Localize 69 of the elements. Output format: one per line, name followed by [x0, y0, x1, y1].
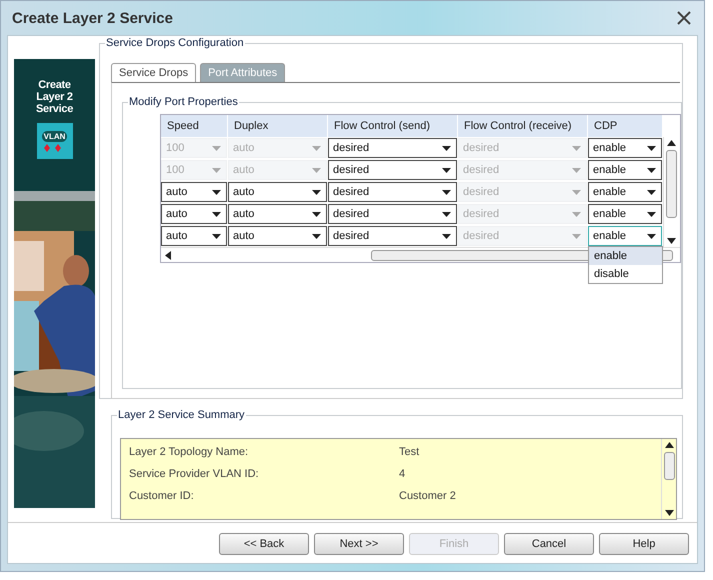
caret-icon	[647, 168, 656, 172]
dropdown[interactable]: desired	[328, 182, 457, 202]
caret-icon	[312, 146, 321, 150]
dropdown[interactable]: auto	[228, 182, 327, 202]
close-icon[interactable]	[677, 11, 691, 25]
dropdown[interactable]: enable	[588, 226, 662, 246]
summary-value: Customer 2	[399, 490, 456, 502]
dropdown[interactable]: auto	[161, 182, 227, 202]
caret-icon	[442, 190, 451, 194]
caret-icon	[572, 168, 581, 172]
scrollbar[interactable]	[661, 439, 676, 519]
dropdown[interactable]: desired	[328, 160, 457, 180]
summary-value: 4	[399, 468, 406, 480]
menu-item[interactable]: enable	[589, 247, 662, 265]
caret-icon	[442, 212, 451, 216]
caret-icon	[572, 212, 581, 216]
down-arrow-icon[interactable]	[666, 238, 676, 244]
vlan-badge: VLAN	[36, 123, 72, 159]
caret-icon	[312, 168, 321, 172]
dropdown[interactable]: desired	[328, 204, 457, 224]
up-arrow-icon[interactable]	[666, 140, 676, 146]
dropdown[interactable]: auto	[228, 204, 327, 224]
dropdown[interactable]: enable	[588, 204, 662, 224]
caret-icon	[442, 168, 451, 172]
caret-icon	[572, 190, 581, 194]
caret-icon	[212, 212, 221, 216]
caret-icon	[312, 190, 321, 194]
caret-icon	[647, 190, 656, 194]
dropdown[interactable]: desired	[328, 226, 457, 246]
caret-icon	[212, 190, 221, 194]
dropdown[interactable]: enable	[588, 160, 662, 180]
caret-icon	[572, 234, 581, 238]
dialog-button[interactable]: Help	[599, 533, 689, 555]
caret-icon	[572, 146, 581, 150]
dropdown[interactable]: desired	[328, 138, 457, 158]
caret-icon	[647, 212, 656, 216]
caret-icon	[442, 234, 451, 238]
left-arrow-icon[interactable]	[165, 250, 171, 260]
summary-label: Customer ID:	[129, 490, 195, 502]
summary-label: Layer 2 Topology Name:	[129, 446, 250, 458]
caret-icon	[212, 146, 221, 150]
group-title: Layer 2 Service Summary	[117, 409, 246, 422]
group-title: Service Drops Configuration	[105, 37, 245, 50]
tab[interactable]: Service Drops	[111, 63, 196, 82]
dialog-button[interactable]: Cancel	[504, 533, 594, 555]
dialog-button[interactable]: << Back	[219, 533, 309, 555]
caret-icon	[647, 234, 656, 238]
dropdown[interactable]: enable	[588, 138, 662, 158]
down-arrow-icon[interactable]	[664, 510, 674, 516]
caret-icon	[312, 234, 321, 238]
dialog-button[interactable]: Next >>	[314, 533, 404, 555]
dropdown[interactable]: auto	[161, 226, 227, 246]
caret-icon	[647, 146, 656, 150]
dropdown[interactable]: enable	[588, 182, 662, 202]
dropdown[interactable]: auto	[161, 204, 227, 224]
summary-label: Service Provider VLAN ID:	[129, 468, 260, 480]
window-title: Create Layer 2 Service	[12, 10, 173, 26]
up-arrow-icon[interactable]	[664, 442, 674, 448]
caret-icon	[442, 146, 451, 150]
caret-icon	[312, 212, 321, 216]
summary-value: Test	[399, 446, 420, 458]
scrollbar[interactable]	[161, 247, 680, 262]
scrollbar[interactable]	[663, 137, 678, 247]
banner-title: Create Layer 2 Service	[34, 79, 74, 115]
menu-item[interactable]: disable	[589, 265, 662, 283]
caret-icon	[212, 168, 221, 172]
group-title: Modify Port Properties	[128, 96, 239, 109]
dropdown[interactable]: auto	[228, 226, 327, 246]
caret-icon	[212, 234, 221, 238]
